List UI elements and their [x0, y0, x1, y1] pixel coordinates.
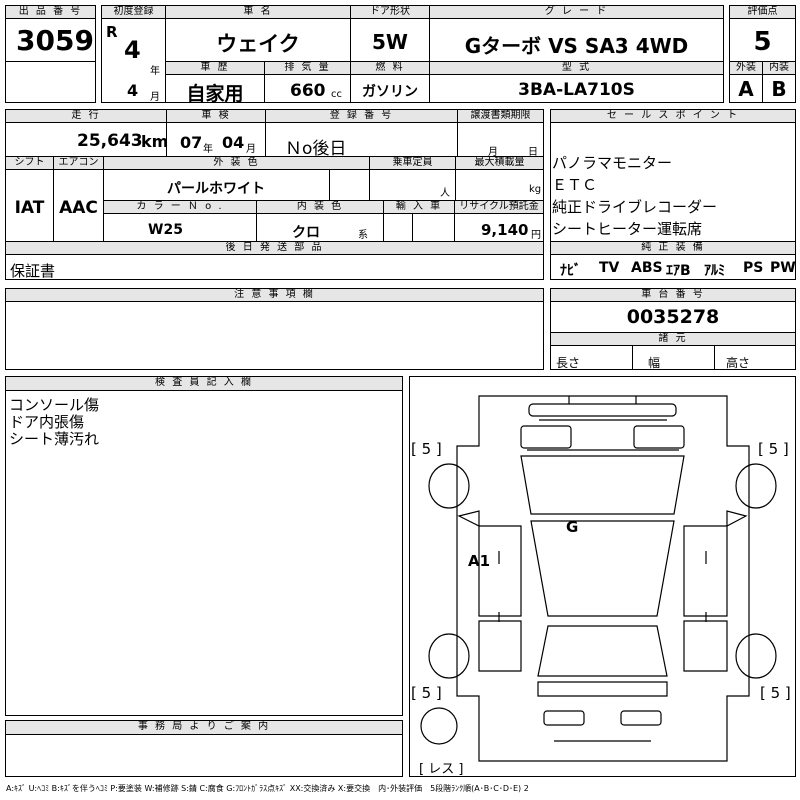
spare-tire: [ レス ]: [419, 762, 464, 777]
exterior-color: パールホワイト: [167, 181, 265, 197]
reg-year: 4: [124, 36, 141, 64]
model: 3BA-LA710S: [518, 80, 635, 100]
shift-label: シフト: [5, 156, 54, 170]
tire-front-right: [ 5 ]: [758, 440, 789, 458]
tire-rear-right: [ 5 ]: [760, 684, 791, 702]
later-parts: 保証書: [10, 262, 56, 280]
displacement: 660: [290, 81, 326, 101]
sales-point: シートヒーター運転席: [552, 220, 703, 238]
inspection-year-unit: 年: [203, 144, 213, 155]
lot-sep: [5, 61, 96, 62]
sales-point: ＥＴＣ: [552, 176, 598, 194]
transfer-label: 譲渡書類期限: [457, 109, 544, 123]
length-label: 長さ: [556, 356, 581, 370]
equip-item: TV: [599, 260, 620, 276]
width-label: 幅: [648, 356, 661, 370]
chassis-number: 0035278: [626, 306, 720, 328]
equip-item: ｱﾙﾐ: [704, 263, 725, 279]
equip-item: PW: [770, 260, 796, 276]
interior-label: 内装: [762, 61, 796, 75]
era: R: [106, 23, 118, 41]
int-color-label: 内 装 色: [256, 200, 384, 214]
reg-month: 4: [127, 81, 139, 100]
equip-label: 純 正 装 備: [550, 241, 796, 255]
mileage-unit: km: [141, 132, 169, 151]
height-label: 高さ: [726, 356, 751, 370]
color-sep: [329, 169, 330, 201]
displacement-unit: cc: [331, 89, 342, 100]
fuel-label: 燃 料: [350, 61, 430, 75]
regno-label: 登 録 番 号: [265, 109, 458, 123]
specs-sep-2: [714, 345, 715, 370]
tire-rear-left: [ 5 ]: [411, 684, 442, 702]
car-name-label: 車 名: [165, 5, 351, 19]
int-color: クロ: [292, 225, 320, 241]
specs-sep-1: [632, 345, 633, 370]
exterior-grade: A: [738, 77, 754, 101]
history: 自家用: [186, 83, 244, 105]
mileage-label: 走 行: [5, 109, 167, 123]
first-reg-label: 初度登録: [101, 5, 166, 19]
chassis-label: 車 台 番 号: [550, 288, 796, 302]
load-label: 最大積載量: [455, 156, 544, 170]
sales-point: 純正ドライブレコーダー: [552, 198, 718, 216]
car-name: ウェイク: [216, 32, 300, 56]
mileage: 25,643: [77, 131, 143, 151]
exterior-label: 外装: [729, 61, 763, 75]
import-sep: [412, 213, 413, 242]
equip-item: ｴｱB: [666, 263, 691, 279]
equip-item: ABS: [631, 260, 663, 276]
car-diagram: [420, 395, 777, 762]
legend: A:ｷｽﾞ U:ﾍｺﾐ B:ｷｽﾞを伴うﾍｺﾐ P:要塗装 W:補修跡 S:錆 …: [6, 784, 529, 793]
inspection-month: 04: [222, 133, 245, 152]
displacement-label: 排 気 量: [264, 61, 351, 75]
grade-label: グ レ ー ド: [429, 5, 724, 19]
reg-year-unit: 年: [150, 66, 160, 77]
shift: IAT: [14, 198, 45, 218]
color-no: W25: [148, 222, 183, 238]
lot-label: 出 品 番 号: [5, 5, 96, 19]
load-unit: kg: [529, 184, 542, 195]
inspector-label: 検 査 員 記 入 欄: [5, 376, 403, 391]
reg-month-unit: 月: [150, 92, 160, 103]
score-label: 評価点: [729, 5, 796, 19]
door-label: ドア形状: [350, 5, 430, 19]
inspector-line: シート薄汚れ: [9, 430, 100, 448]
sales-point: パノラマモニター: [552, 154, 673, 172]
damage-mark: G: [566, 518, 579, 536]
equip-item: ﾅﾋﾞ: [560, 263, 581, 279]
int-color-unit: 系: [358, 230, 368, 241]
later-label: 後 日 発 送 部 品: [5, 241, 544, 255]
recycle-fee: 9,140: [481, 221, 529, 239]
fuel: ガソリン: [362, 84, 418, 100]
capacity-unit: 人: [440, 188, 450, 199]
color-no-label: カ ラ ー Ｎ o .: [103, 200, 257, 214]
damage-mark: A1: [468, 552, 491, 570]
equip-item: PS: [743, 260, 764, 276]
sales-label: セ ー ル ス ポ イ ン ト: [550, 109, 796, 123]
interior-grade: B: [771, 77, 787, 101]
lot-number: 3059: [16, 24, 94, 57]
ac: AAC: [59, 198, 98, 218]
recycle-unit: 円: [531, 230, 541, 241]
import-label: 輸 入 車: [383, 200, 455, 214]
color-label: 外 装 色: [103, 156, 370, 170]
grade: Gターボ VS SA3 4WD: [464, 34, 689, 58]
door-type: 5W: [372, 30, 408, 54]
inspection-year: 07: [180, 133, 203, 152]
capacity-label: 乗車定員: [369, 156, 456, 170]
inspection-label: 車 検: [166, 109, 266, 123]
history-label: 車 歴: [165, 61, 265, 75]
inspection-month-unit: 月: [246, 144, 256, 155]
tire-front-left: [ 5 ]: [411, 440, 442, 458]
notes-label: 注 意 事 項 欄: [5, 288, 544, 302]
ac-label: エアコン: [53, 156, 104, 170]
office-label: 事 務 局 よ り ご 案 内: [5, 720, 403, 735]
recycle-label: リサイクル預託金: [454, 200, 544, 214]
score: 5: [753, 27, 772, 57]
model-label: 型 式: [429, 61, 724, 75]
specs-label: 諸 元: [550, 332, 796, 346]
